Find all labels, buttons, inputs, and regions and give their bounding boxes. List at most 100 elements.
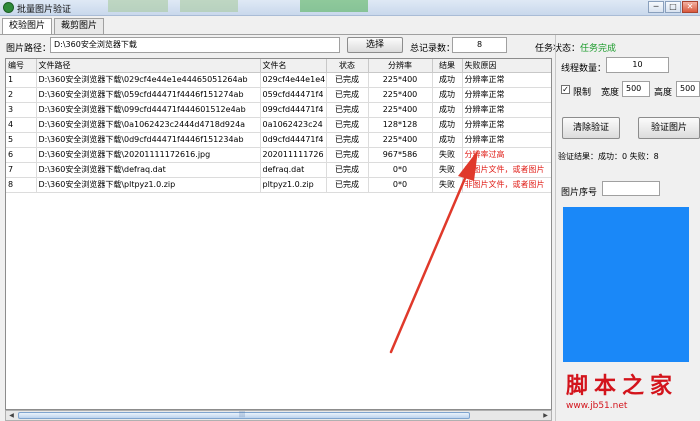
cell-result: 失败 xyxy=(432,177,463,193)
cell-filename: 029cf4e44e1e4 xyxy=(260,72,327,88)
cell-filename: defraq.dat xyxy=(260,162,327,178)
cell-filename: 202011111726 xyxy=(260,147,327,163)
cell-failure-reason: 分辨率正常 xyxy=(462,87,551,103)
cell-resolution: 967*586 xyxy=(368,147,433,163)
cell-filename: pltpyz1.0.zip xyxy=(260,177,327,193)
cell-result: 成功 xyxy=(432,117,463,133)
cell-filename: 099cfd44471f4 xyxy=(260,102,327,118)
cell-result: 成功 xyxy=(432,132,463,148)
column-header-resolution[interactable]: 分辨率 xyxy=(368,59,433,73)
total-records-label: 总记录数： xyxy=(410,44,456,54)
limit-checkbox[interactable]: ✓ xyxy=(561,85,570,94)
column-header-result[interactable]: 结果 xyxy=(432,59,463,73)
cell-path: D:\360安全浏览器下载\0d9cfd44471f4446f151234ab xyxy=(36,132,261,148)
height-label: 高度 xyxy=(654,88,673,98)
cell-result: 失败 xyxy=(432,162,463,178)
height-input[interactable]: 500 xyxy=(676,81,700,97)
column-header-filename[interactable]: 文件名 xyxy=(260,59,327,73)
cell-path: D:\360安全浏览器下载\20201111172616.jpg xyxy=(36,147,261,163)
thread-count-input[interactable]: 10 xyxy=(606,57,669,73)
table-header-row: 编号 文件路径 文件名 状态 分辨率 结果 失败原因 xyxy=(6,59,551,73)
cell-failure-reason: 分辨率正常 xyxy=(462,117,551,133)
verify-result-text: 验证结果：成功：0 失败：8 xyxy=(558,152,659,161)
results-table[interactable]: 编号 文件路径 文件名 状态 分辨率 结果 失败原因 1 D:\360安全浏览器… xyxy=(5,58,552,410)
close-button[interactable]: ✕ xyxy=(682,1,698,13)
cell-path: D:\360安全浏览器下载\0a1062423c2444d4718d924a xyxy=(36,117,261,133)
cell-id: 5 xyxy=(6,132,37,148)
table-row[interactable]: 1 D:\360安全浏览器下载\029cf4e44e1e44465051264a… xyxy=(6,72,551,88)
cell-filename: 0d9cfd44471f4 xyxy=(260,132,327,148)
limit-label: 限制 xyxy=(573,88,592,98)
tab-strip: 校验图片 裁剪图片 xyxy=(2,18,106,35)
column-header-path[interactable]: 文件路径 xyxy=(36,59,261,73)
column-header-status[interactable]: 状态 xyxy=(326,59,369,73)
title-bar: 批量图片验证 ─ □ ✕ xyxy=(0,0,700,16)
cell-id: 1 xyxy=(6,72,37,88)
cell-result: 失败 xyxy=(432,147,463,163)
table-row[interactable]: 2 D:\360安全浏览器下载\059cfd44471f4446f151274a… xyxy=(6,87,551,103)
cell-result: 成功 xyxy=(432,102,463,118)
watermark-url: www.jb51.net xyxy=(566,401,628,411)
verify-images-button[interactable]: 验证图片 xyxy=(638,117,700,139)
column-header-id[interactable]: 编号 xyxy=(6,59,37,73)
tab-divider xyxy=(0,34,700,35)
clear-verify-button[interactable]: 清除验证 xyxy=(562,117,620,139)
cell-failure-reason: 非图片文件，或者图片 xyxy=(462,177,551,193)
cell-id: 4 xyxy=(6,117,37,133)
scroll-left-icon[interactable]: ◀ xyxy=(6,411,17,420)
image-index-label: 图片序号 xyxy=(561,188,598,198)
cell-result: 成功 xyxy=(432,87,463,103)
table-row[interactable]: 4 D:\360安全浏览器下载\0a1062423c2444d4718d924a… xyxy=(6,117,551,133)
maximize-button[interactable]: □ xyxy=(665,1,681,13)
total-records-field: 8 xyxy=(452,37,507,53)
cell-resolution: 225*400 xyxy=(368,102,433,118)
tab-verify-images[interactable]: 校验图片 xyxy=(2,18,53,35)
cell-id: 3 xyxy=(6,102,37,118)
tab-crop-images[interactable]: 裁剪图片 xyxy=(54,18,105,34)
minimize-button[interactable]: ─ xyxy=(648,1,664,13)
column-header-failure-reason[interactable]: 失败原因 xyxy=(462,59,551,73)
cell-id: 6 xyxy=(6,147,37,163)
window-title: 批量图片验证 xyxy=(17,5,72,15)
cell-status: 已完成 xyxy=(326,102,369,118)
table-row[interactable]: 3 D:\360安全浏览器下载\099cfd44471f444601512e4a… xyxy=(6,102,551,118)
cell-status: 已完成 xyxy=(326,177,369,193)
cell-id: 7 xyxy=(6,162,37,178)
path-label: 图片路径： xyxy=(6,44,52,54)
scrollbar-thumb[interactable]: ||| xyxy=(18,411,470,419)
task-status-value: 任务完成 xyxy=(580,44,617,54)
horizontal-scrollbar[interactable]: ◀ ||| ▶ xyxy=(5,410,552,421)
cell-path: D:\360安全浏览器下载\defraq.dat xyxy=(36,162,261,178)
table-row[interactable]: 5 D:\360安全浏览器下载\0d9cfd44471f4446f151234a… xyxy=(6,132,551,148)
cell-path: D:\360安全浏览器下载\059cfd44471f4446f151274ab xyxy=(36,87,261,103)
background-window-tab xyxy=(300,0,368,12)
cell-failure-reason: 分辨率正常 xyxy=(462,132,551,148)
cell-resolution: 128*128 xyxy=(368,117,433,133)
watermark-title: 脚本之家 xyxy=(566,373,679,399)
cell-resolution: 225*400 xyxy=(368,132,433,148)
cell-path: D:\360安全浏览器下载\029cf4e44e1e44465051264ab xyxy=(36,72,261,88)
cell-id: 2 xyxy=(6,87,37,103)
site-watermark: 脚本之家 www.jb51.net xyxy=(566,368,696,411)
background-window-tab xyxy=(108,0,168,12)
width-label: 宽度 xyxy=(601,88,620,98)
width-input[interactable]: 500 xyxy=(622,81,650,97)
cell-status: 已完成 xyxy=(326,162,369,178)
app-icon xyxy=(3,2,14,13)
cell-resolution: 225*400 xyxy=(368,87,433,103)
image-index-input[interactable] xyxy=(602,181,660,196)
cell-resolution: 0*0 xyxy=(368,162,433,178)
table-row[interactable]: 7 D:\360安全浏览器下载\defraq.dat defraq.dat 已完… xyxy=(6,162,551,178)
scroll-right-icon[interactable]: ▶ xyxy=(540,411,551,420)
table-row[interactable]: 8 D:\360安全浏览器下载\pltpyz1.0.zip pltpyz1.0.… xyxy=(6,177,551,193)
cell-status: 已完成 xyxy=(326,132,369,148)
thread-count-label: 线程数量： xyxy=(561,64,607,74)
cell-path: D:\360安全浏览器下载\099cfd44471f444601512e4ab xyxy=(36,102,261,118)
cell-status: 已完成 xyxy=(326,147,369,163)
cell-resolution: 0*0 xyxy=(368,177,433,193)
browse-button[interactable]: 选择 xyxy=(347,37,403,53)
cell-result: 成功 xyxy=(432,72,463,88)
table-row[interactable]: 6 D:\360安全浏览器下载\20201111172616.jpg 20201… xyxy=(6,147,551,163)
path-input[interactable]: D:\360安全浏览器下载 xyxy=(50,37,340,53)
cell-filename: 059cfd44471f4 xyxy=(260,87,327,103)
